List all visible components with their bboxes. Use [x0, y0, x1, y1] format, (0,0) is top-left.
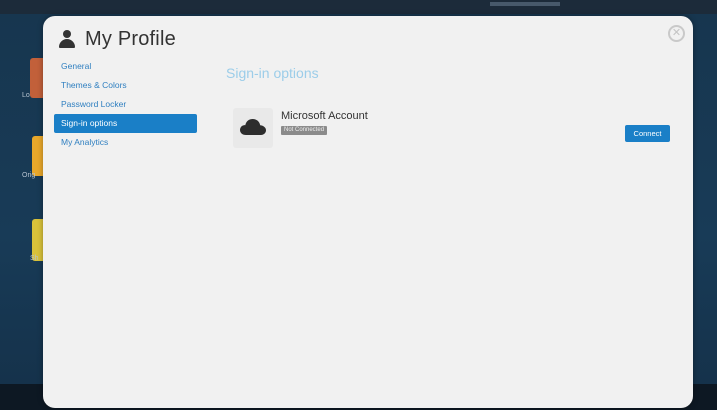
connect-button[interactable]: Connect: [625, 125, 670, 142]
close-icon: ✕: [671, 27, 682, 39]
background-tile-label: Orig: [22, 172, 36, 179]
close-button[interactable]: ✕: [668, 25, 685, 42]
user-icon: [59, 30, 75, 48]
profile-sidebar: General Themes & Colors Password Locker …: [54, 57, 197, 152]
background-tile-label: Lo: [22, 92, 30, 99]
background-tile-label: Sh: [30, 255, 39, 262]
account-icon-tile: [233, 108, 273, 148]
sidebar-item-general[interactable]: General: [54, 57, 197, 76]
sidebar-item-password-locker[interactable]: Password Locker: [54, 95, 197, 114]
dialog-title: My Profile: [85, 27, 176, 50]
sidebar-item-themes-colors[interactable]: Themes & Colors: [54, 76, 197, 95]
section-title: Sign-in options: [226, 65, 319, 81]
sidebar-item-my-analytics[interactable]: My Analytics: [54, 133, 197, 152]
dialog-header: My Profile: [59, 24, 176, 54]
microsoft-account-row: Microsoft Account Not Connected Connect: [233, 108, 673, 148]
profile-dialog: My Profile ✕ General Themes & Colors Pas…: [43, 16, 693, 408]
status-badge: Not Connected: [281, 126, 328, 135]
account-name: Microsoft Account: [281, 110, 368, 122]
sidebar-item-sign-in-options[interactable]: Sign-in options: [54, 114, 197, 133]
background-top-bar-segment: [490, 2, 560, 6]
cloud-icon: [240, 119, 266, 135]
background-top-bar: [0, 0, 717, 14]
